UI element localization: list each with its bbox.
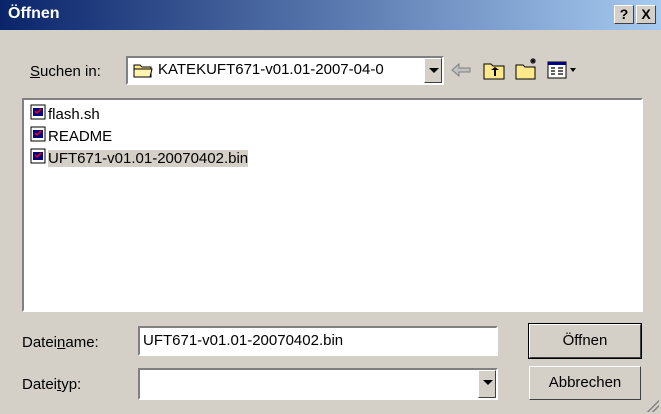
close-button[interactable]: X <box>636 5 656 24</box>
file-icon <box>30 126 46 148</box>
filetype-dropdown-button[interactable] <box>478 370 496 398</box>
view-menu-icon[interactable] <box>547 60 579 84</box>
help-button[interactable]: ? <box>614 5 634 24</box>
file-name: README <box>48 127 113 145</box>
cancel-button[interactable]: Abbrechen <box>529 366 641 400</box>
open-button[interactable]: Öffnen <box>528 323 642 359</box>
filename-label-pre: Datei <box>22 334 58 351</box>
look-in-dropdown[interactable]: KATEKUFT671-v01.01-2007-04-0 <box>126 56 444 85</box>
new-folder-icon[interactable] <box>515 56 539 84</box>
filename-label-rest: ame: <box>65 334 99 351</box>
file-icon <box>30 104 46 126</box>
filetype-label: Dateityp: <box>22 376 81 393</box>
list-item[interactable]: README <box>30 126 116 146</box>
file-name: flash.sh <box>48 105 100 123</box>
filename-input[interactable]: UFT671-v01.01-20070402.bin <box>138 326 498 356</box>
folder-icon <box>133 62 153 82</box>
resize-grip[interactable] <box>647 400 659 412</box>
file-icon <box>30 148 46 170</box>
look-in-value: KATEKUFT671-v01.01-2007-04-0 <box>158 61 384 78</box>
look-in-label: Suchen in: <box>30 63 101 80</box>
look-in-label-rest: uchen in: <box>40 63 101 80</box>
list-item[interactable]: flash.sh <box>30 104 104 124</box>
look-in-accel: S <box>30 63 41 80</box>
filetype-dropdown[interactable] <box>138 368 498 400</box>
filename-value: UFT671-v01.01-20070402.bin <box>143 332 344 349</box>
open-dialog: Öffnen ? X Suchen in: KATEKUFT671-v01.01… <box>0 0 661 414</box>
up-folder-icon[interactable] <box>483 60 505 84</box>
filename-label: Dateiname: <box>22 334 99 351</box>
file-name: UFT671-v01.01-20070402.bin <box>48 149 249 167</box>
dialog-title: Öffnen <box>8 5 60 22</box>
file-list[interactable]: flash.sh README UFT671-v01.01-20070402.b… <box>22 98 643 312</box>
title-bar[interactable]: Öffnen ? X <box>0 0 661 30</box>
filetype-label-rest: yp: <box>61 376 82 393</box>
back-arrow-icon[interactable] <box>450 60 472 84</box>
list-item-selected[interactable]: UFT671-v01.01-20070402.bin <box>30 148 252 168</box>
filetype-label-pre: Datei <box>22 376 58 393</box>
look-in-dropdown-button[interactable] <box>424 58 442 83</box>
